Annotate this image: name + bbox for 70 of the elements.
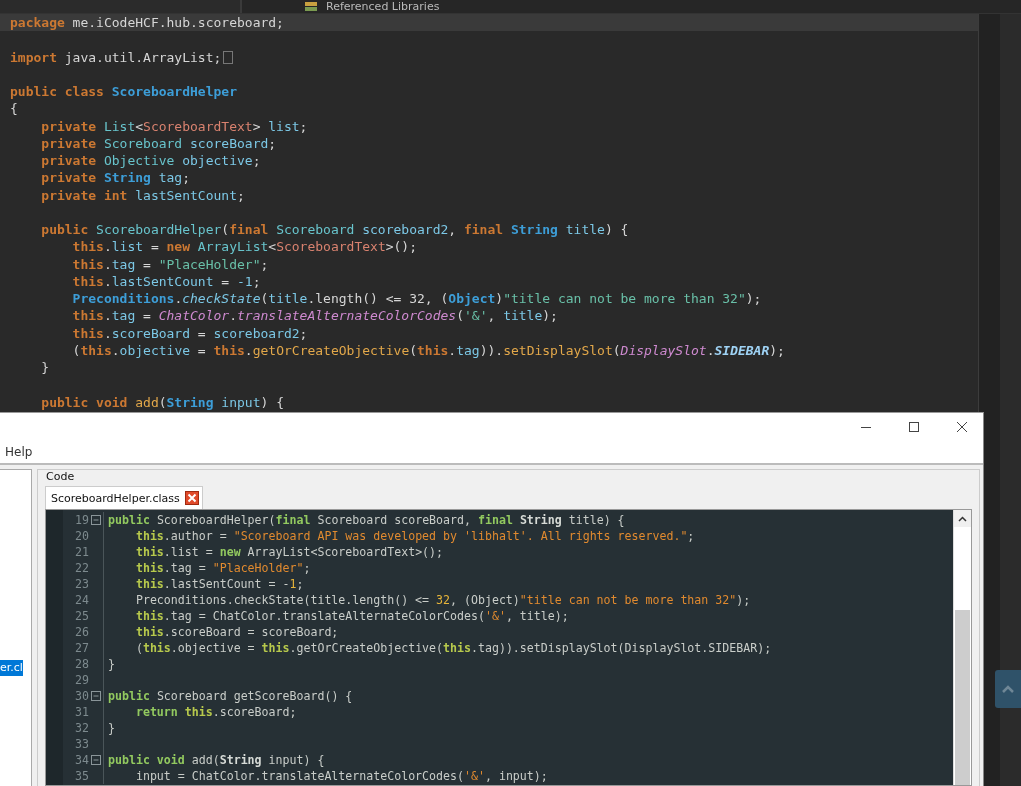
code-line: this.list = new ArrayList<ScoreboardText>(); (134, 545, 444, 559)
line-number: 27 (74, 641, 89, 655)
line-number: 24 (74, 593, 89, 607)
code-line: return this.scoreBoard; (134, 705, 297, 719)
code-line: public void add(String input) { (40, 393, 284, 411)
line-number: 31 (74, 705, 89, 719)
code-line: { (10, 100, 18, 118)
code-line: public ScoreboardHelper(final Scoreboard scoreboard2, final String title) { (40, 221, 629, 239)
collapse-icon[interactable] (91, 515, 101, 525)
menu-item[interactable]: Help (0, 445, 38, 459)
line-number: 28 (74, 657, 89, 671)
code-line: (this.objective = this.getOrCreateObjective(this.tag)).setDisplaySlot(DisplaySlot.SIDEBAR); (134, 641, 772, 655)
tree-item[interactable]: Referenced Libraries (304, 1, 440, 13)
code-line: } (108, 657, 115, 671)
code-line: private String tag; (40, 169, 191, 187)
code-line: private Objective objective; (40, 152, 261, 170)
group-label: Code (46, 470, 76, 484)
line-number: 21 (74, 545, 89, 559)
code-line: public ScoreboardHelper(final Scoreboard scoreBoard, final String title) { (108, 513, 625, 527)
library-icon (304, 2, 318, 12)
code-line: this.tag = ChatColor.translateAlternateColorCodes('&', title); (134, 609, 569, 623)
collapse-icon[interactable] (91, 755, 101, 765)
scrollbar[interactable] (953, 510, 971, 785)
code-line: this.author = "Scoreboard API was developed by 'libhalt'. All rights reserved."; (134, 529, 695, 543)
code-line: this.lastSentCount = -1; (134, 577, 304, 591)
code-line: this.tag = "PlaceHolder"; (71, 255, 269, 273)
collapse-icon[interactable] (91, 691, 101, 701)
line-number: 34 (74, 753, 89, 767)
chevron-up-icon (958, 515, 967, 522)
line-number: 32 (74, 721, 89, 735)
code-line: import java.util.ArrayList; (10, 48, 222, 66)
code-line: (this.objective = this.getOrCreateObjective(this.tag)).setDisplaySlot(DisplaySlot.SIDEBAR); (71, 341, 785, 359)
line-number: 19 (74, 513, 89, 527)
line-number: 33 (74, 737, 89, 751)
code-line: this.list = new ArrayList<ScoreboardText>(); (71, 238, 418, 256)
code-line: } (108, 721, 115, 735)
code-line: } (40, 359, 50, 377)
code-line: private int lastSentCount; (40, 186, 245, 204)
code-line: this.scoreBoard = scoreboard2; (71, 324, 308, 342)
line-number: 29 (74, 673, 89, 687)
code-line: input = ChatColor.translateAlternateColorCodes('&', input); (134, 769, 548, 783)
line-number: 26 (74, 625, 89, 639)
scrollbar-thumb[interactable] (955, 610, 970, 785)
scroll-up-button[interactable] (954, 510, 971, 527)
code-line: this.lastSentCount = -1; (71, 272, 261, 290)
code-line: private Scoreboard scoreBoard; (40, 134, 277, 152)
code-line: Preconditions.checkState(title.length() <= 32, (Object)"title can not be more than 32"); (71, 290, 762, 308)
tree-item-label: Referenced Libraries (326, 1, 440, 13)
line-number: 22 (74, 561, 89, 575)
line-number: 20 (74, 529, 89, 543)
maximize-icon (908, 421, 920, 433)
code-line: this.tag = "PlaceHolder"; (134, 561, 311, 575)
chevron-up-icon (1002, 685, 1014, 693)
code-line: private List<ScoreboardText> list; (40, 117, 308, 135)
code-line: public class ScoreboardHelper (10, 83, 237, 101)
code-line: this.scoreBoard = scoreBoard; (134, 625, 339, 639)
file-tab[interactable]: ScoreboardHelper.class (45, 486, 203, 509)
code-line: this.tag = ChatColor.translateAlternateColorCodes('&', title); (71, 307, 558, 325)
close-icon[interactable] (184, 491, 199, 505)
code-line: Preconditions.checkState(title.length() <= 32, (Object)"title can not be more than 32"); (134, 593, 751, 607)
code-line: package me.iCodeHCF.hub.scoreboard; (10, 14, 284, 32)
code-line: public void add(String input) { (108, 753, 325, 767)
line-number: 30 (74, 689, 89, 703)
tree-item[interactable]: er.cl (0, 660, 23, 676)
close-icon (956, 421, 968, 433)
code-line: public Scoreboard getScoreBoard() { (108, 689, 353, 703)
line-number: 23 (74, 577, 89, 591)
line-number: 25 (74, 609, 89, 623)
line-number: 35 (74, 769, 89, 783)
folded-code-marker[interactable] (223, 50, 234, 64)
